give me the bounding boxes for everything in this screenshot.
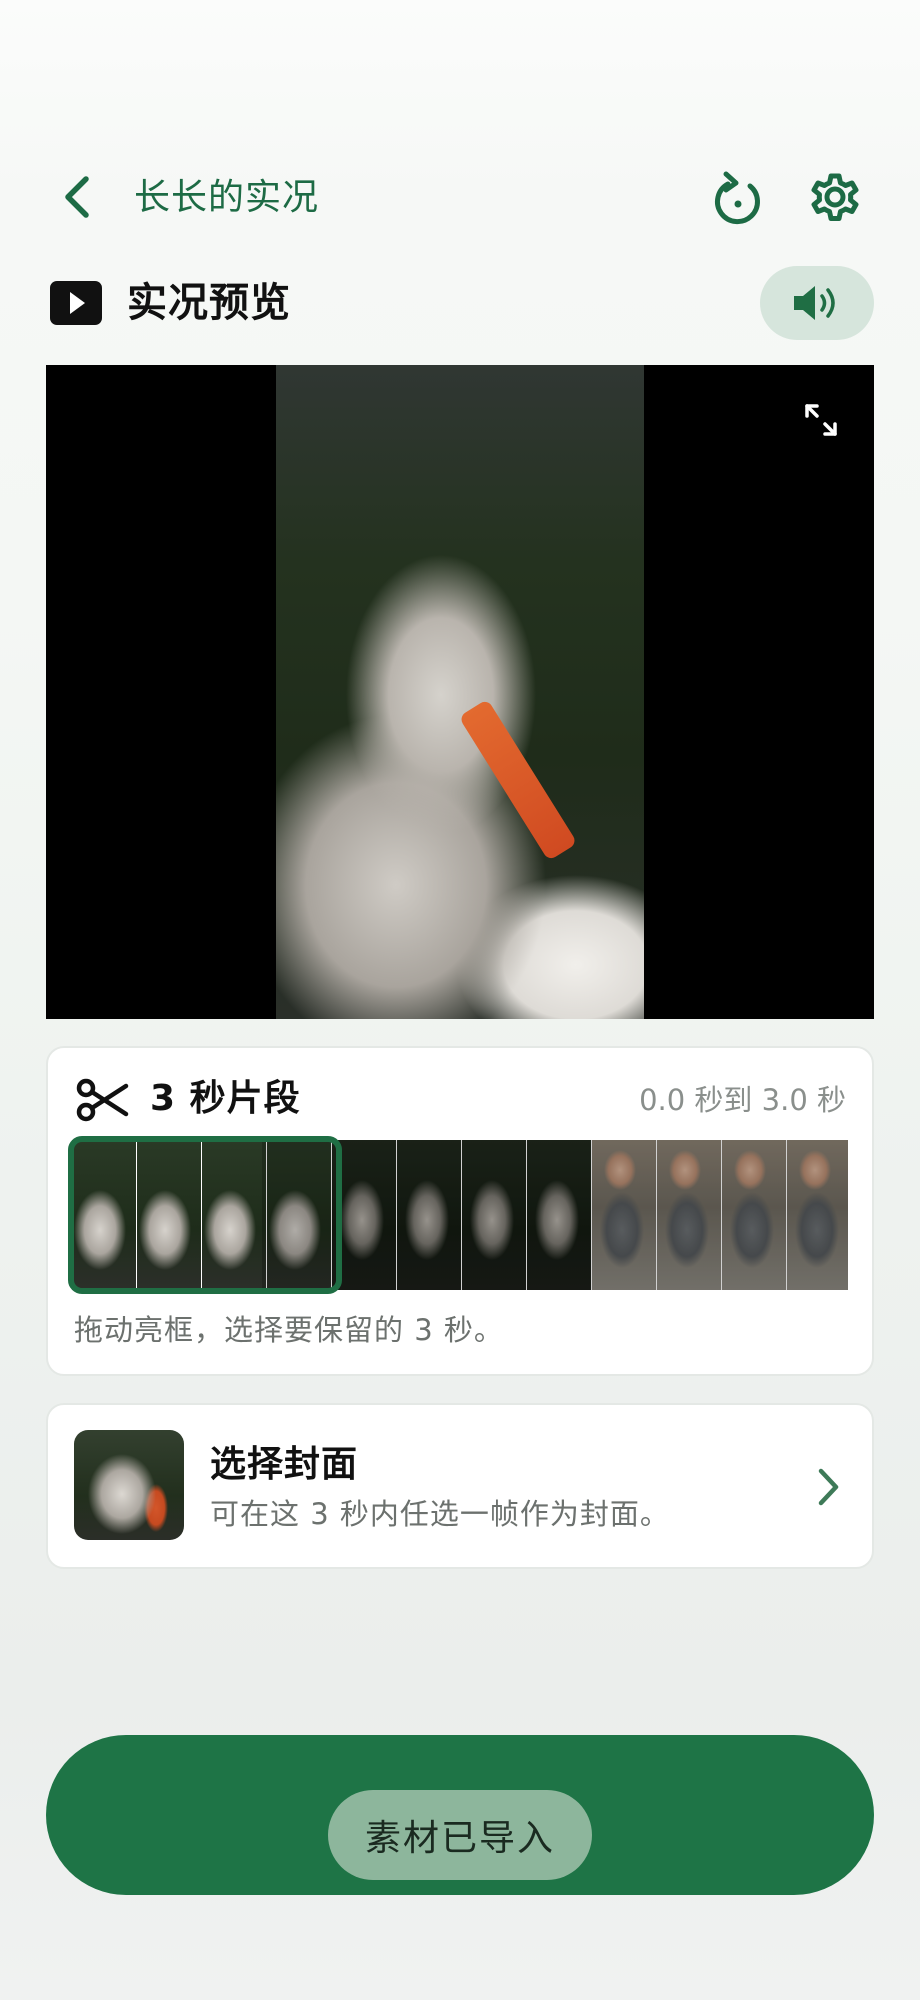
reset-button[interactable] (706, 166, 770, 230)
clip-range: 0.0 秒到 3.0 秒 (639, 1083, 846, 1117)
import-status-label: 素材已导入 (328, 1790, 592, 1880)
speaker-on-icon (794, 286, 835, 320)
cover-title: 选择封面 (210, 1444, 359, 1485)
clip-hint: 拖动亮框，选择要保留的 3 秒。 (74, 1313, 504, 1347)
rotate-ccw-icon (715, 171, 760, 225)
play-icon (50, 281, 102, 325)
chevron-right-icon (818, 1468, 839, 1506)
filmstrip-unselected-overlay (262, 1140, 848, 1290)
live-photo-preview[interactable] (46, 365, 874, 1019)
clip-title: 3 秒片段 (150, 1078, 301, 1119)
fullscreen-button[interactable] (796, 397, 846, 443)
preview-image (276, 365, 644, 1019)
cover-chevron (810, 1462, 846, 1512)
clip-selection-handle[interactable] (68, 1136, 342, 1294)
cover-subtitle: 可在这 3 秒内任选一帧作为封面。 (210, 1497, 670, 1531)
preview-title: 实况预览 (127, 280, 291, 326)
cover-thumbnail (74, 1430, 184, 1540)
sound-toggle-button[interactable] (760, 266, 874, 340)
settings-button[interactable] (802, 164, 868, 230)
back-button[interactable] (52, 168, 102, 226)
expand-icon (805, 404, 837, 436)
cat-treat (458, 698, 578, 862)
chevron-left-icon (65, 176, 89, 218)
page-title: 长长的实况 (134, 177, 320, 218)
gear-icon (811, 173, 859, 221)
scissors-icon (76, 1078, 129, 1122)
